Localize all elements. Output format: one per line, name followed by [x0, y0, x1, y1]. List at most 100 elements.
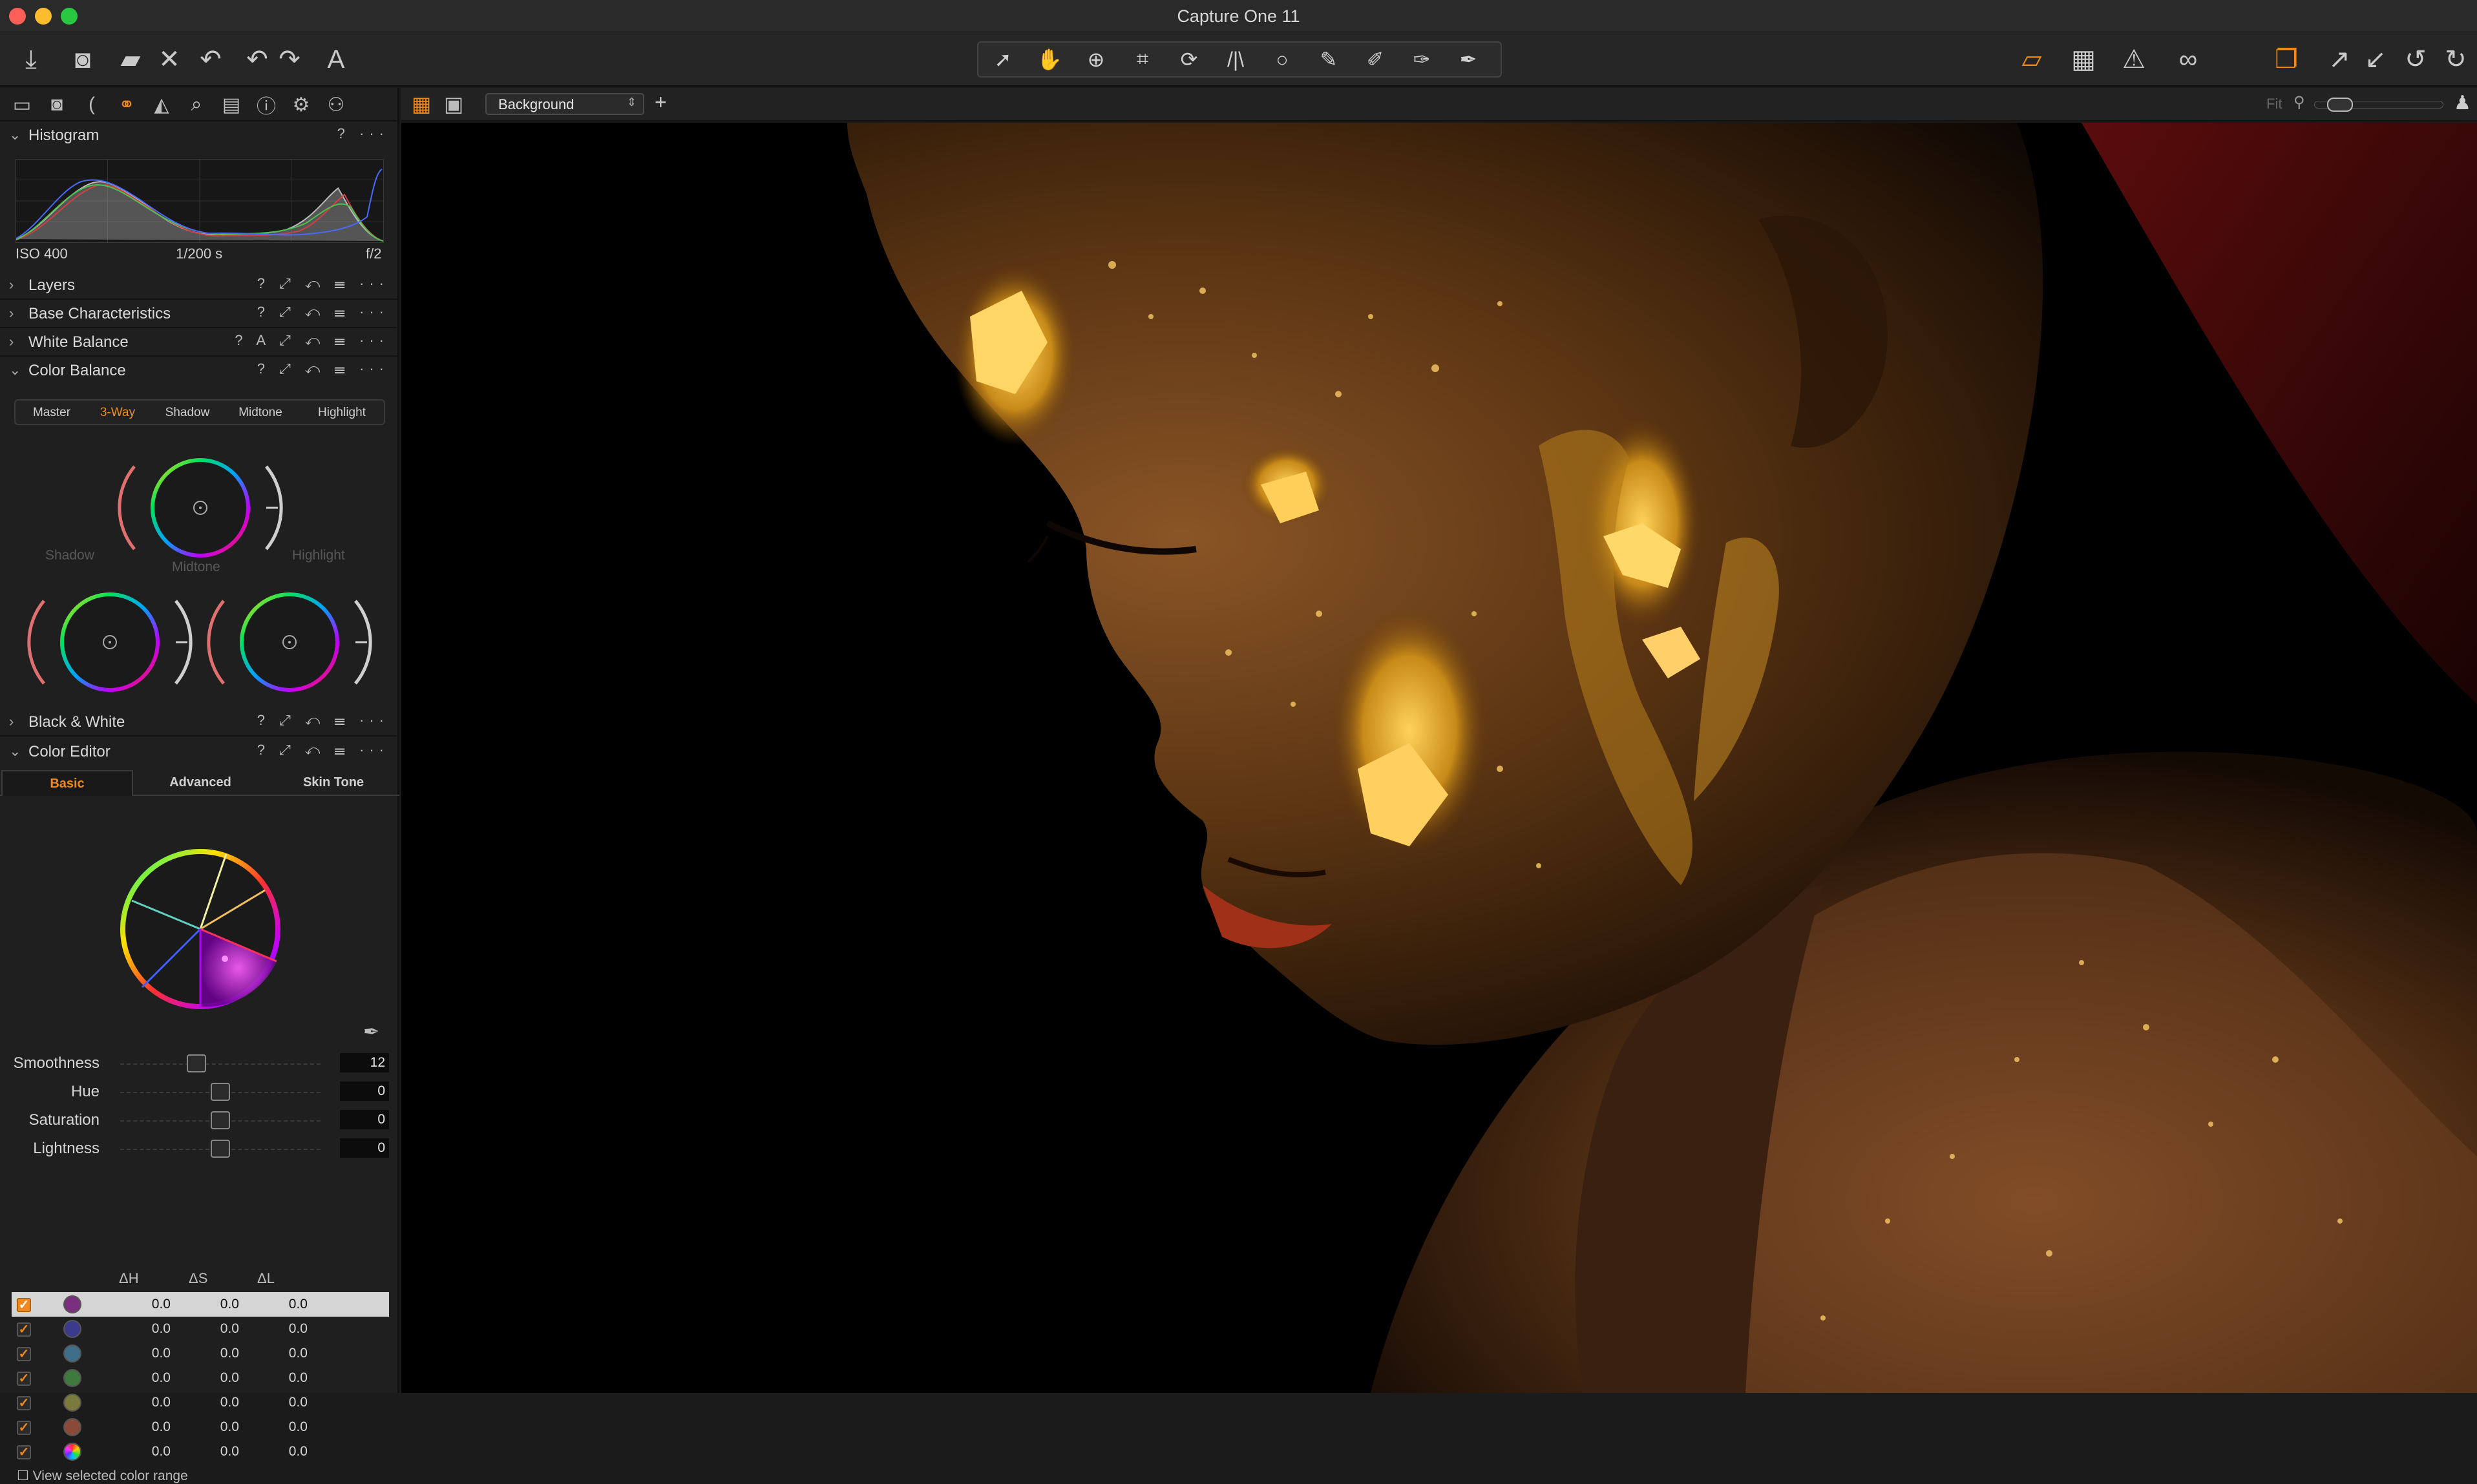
chevron-right-icon: › — [9, 277, 14, 293]
color-range-row[interactable]: ✓ 0.0 0.0 0.0 — [12, 1439, 389, 1464]
image-viewer[interactable] — [401, 123, 2477, 1393]
color-range-checkbox[interactable]: ✓ — [17, 1421, 31, 1435]
color-swatch[interactable] — [63, 1418, 81, 1436]
import-icon[interactable]: ⤓ — [12, 40, 50, 79]
base-characteristics-header[interactable]: › Base Characteristics ? ⤢ ↶ ☰ ··· — [0, 300, 399, 328]
lightness-value[interactable]: 0 — [340, 1138, 389, 1158]
picker-icon[interactable]: ✒ — [1448, 43, 1489, 76]
brush-icon[interactable]: ✎ — [1308, 43, 1349, 76]
saturation-slider[interactable]: Saturation 0 — [0, 1107, 399, 1133]
mode-shadow[interactable]: Shadow — [155, 406, 220, 420]
tab-basic[interactable]: Basic — [1, 770, 133, 796]
histogram-header[interactable]: ⌄ Histogram ? ··· — [0, 121, 399, 150]
mode-master[interactable]: Master — [19, 406, 84, 420]
color-swatch[interactable] — [63, 1369, 81, 1387]
edit-icon[interactable]: ▱ — [2012, 40, 2051, 79]
color-range-row[interactable]: ✓ 0.0 0.0 0.0 — [12, 1292, 389, 1317]
smoothness-slider[interactable]: Smoothness 12 — [0, 1050, 399, 1076]
tab-skin-tone[interactable]: Skin Tone — [268, 770, 399, 796]
smoothness-value[interactable]: 12 — [340, 1053, 389, 1072]
apply-adjustments-icon[interactable]: ↙ — [2356, 40, 2395, 79]
zoom-knob[interactable] — [2327, 98, 2354, 112]
color-range-checkbox[interactable]: ✓ — [17, 1298, 31, 1312]
saturation-value[interactable]: 0 — [340, 1110, 389, 1129]
color-swatch[interactable] — [63, 1443, 81, 1461]
library-icon[interactable]: ▭ — [8, 92, 36, 118]
color-picker-icon[interactable]: ✒ — [363, 1021, 379, 1043]
redo-icon[interactable]: ↷ — [270, 40, 309, 79]
color-range-row[interactable]: ✓ 0.0 0.0 0.0 — [12, 1341, 389, 1366]
color-balance-header[interactable]: ⌄ Color Balance ? ⤢ ↶ ☰ ··· — [0, 357, 399, 385]
color-swatch[interactable] — [63, 1344, 81, 1363]
undo-icon[interactable]: ↶ — [191, 40, 230, 79]
color-range-checkbox[interactable]: ✓ — [17, 1372, 31, 1386]
crop-icon[interactable]: ⌗ — [1122, 43, 1163, 76]
hue-knob[interactable] — [211, 1083, 230, 1101]
lens-icon[interactable]: ( — [78, 92, 106, 118]
lightness-slider[interactable]: Lightness 0 — [0, 1136, 399, 1162]
rotate-icon[interactable]: ⟳ — [1168, 43, 1210, 76]
redo-all-icon[interactable]: ↻ — [2436, 40, 2475, 79]
warning-icon[interactable]: ⚠ — [2114, 40, 2153, 79]
info-icon[interactable]: ⓘ — [252, 92, 280, 118]
reset-icon[interactable]: ↺ — [2396, 40, 2435, 79]
pointer-icon[interactable]: ➚ — [982, 43, 1024, 76]
text-icon[interactable]: A — [317, 40, 355, 79]
keystone-icon[interactable]: /|\ — [1215, 43, 1256, 76]
hue-value[interactable]: 0 — [340, 1082, 389, 1101]
zoom-icon[interactable]: ⊕ — [1075, 43, 1117, 76]
color-swatch[interactable] — [63, 1295, 81, 1313]
white-balance-header[interactable]: › White Balance ? A ⤢ ↶ ☰ ··· — [0, 328, 399, 357]
single-view-icon[interactable]: ▣ — [444, 92, 463, 116]
add-layer-icon[interactable]: + — [655, 90, 667, 114]
color-range-row[interactable]: ✓ 0.0 0.0 0.0 — [12, 1317, 389, 1341]
chevron-down-icon: ⌄ — [9, 743, 21, 759]
delta-lightness-value: 0.0 — [288, 1444, 308, 1459]
color-icon[interactable]: ⚭ — [112, 92, 141, 118]
saturation-knob[interactable] — [211, 1111, 230, 1129]
color-swatch[interactable] — [63, 1394, 81, 1412]
color-range-checkbox[interactable]: ✓ — [17, 1347, 31, 1361]
color-range-row[interactable]: ✓ 0.0 0.0 0.0 — [12, 1366, 389, 1390]
capture-icon[interactable]: ◙ — [43, 92, 71, 118]
exposure-icon[interactable]: ◭ — [147, 92, 176, 118]
color-swatch[interactable] — [63, 1320, 81, 1338]
browser-icon[interactable]: ❐ — [2267, 40, 2306, 79]
mode-3-way[interactable]: 3-Way — [85, 406, 150, 420]
color-range-row[interactable]: ✓ 0.0 0.0 0.0 — [12, 1415, 389, 1439]
lightness-knob[interactable] — [211, 1140, 230, 1158]
color-range-checkbox[interactable]: ✓ — [17, 1396, 31, 1410]
move-folder-icon[interactable]: ▰ — [111, 40, 150, 79]
layers-panel-header[interactable]: › Layers ? ⤢ ↶ ☰ ··· — [0, 271, 399, 300]
spot-removal-icon[interactable]: ○ — [1261, 43, 1303, 76]
copy-adjustments-icon[interactable]: ↗ — [2320, 40, 2359, 79]
gradient-icon[interactable]: ✑ — [1401, 43, 1442, 76]
glasses-icon[interactable]: ∞ — [2169, 40, 2208, 79]
color-range-row[interactable]: ✓ 0.0 0.0 0.0 — [12, 1390, 389, 1415]
color-editor-wheel[interactable] — [116, 845, 284, 1013]
details-icon[interactable]: ⌕ — [182, 92, 211, 118]
tab-advanced[interactable]: Advanced — [134, 770, 266, 796]
pan-hand-icon[interactable]: ✋ — [1029, 43, 1070, 76]
color-range-checkbox[interactable]: ✓ — [17, 1322, 31, 1337]
layer-select[interactable]: Background ⇕ — [485, 93, 644, 115]
color-range-checkbox[interactable]: ✓ — [17, 1445, 31, 1459]
metadata-icon[interactable]: ▤ — [217, 92, 246, 118]
shadow-color-wheel[interactable] — [26, 569, 194, 717]
black-white-header[interactable]: › Black & White ? ⤢ ↶ ☰ ··· — [0, 708, 399, 737]
hue-slider[interactable]: Hue 0 — [0, 1079, 399, 1105]
zoom-slider[interactable] — [2314, 98, 2443, 112]
grid-icon[interactable]: ▦ — [2064, 40, 2103, 79]
multi-view-icon[interactable]: ▦ — [412, 92, 431, 116]
batch-icon[interactable]: ⚇ — [322, 92, 350, 118]
mode-midtone[interactable]: Midtone — [225, 406, 296, 420]
erase-icon[interactable]: ✐ — [1354, 43, 1396, 76]
view-selected-range-checkbox[interactable]: ☐ View selected color range — [17, 1468, 188, 1484]
settings-icon[interactable]: ⚙ — [287, 92, 315, 118]
highlight-color-wheel[interactable] — [206, 569, 374, 717]
color-editor-header[interactable]: ⌄ Color Editor ? ⤢ ↶ ☰ ··· — [0, 738, 399, 766]
delete-icon[interactable]: ✕ — [150, 40, 189, 79]
smoothness-knob[interactable] — [186, 1054, 206, 1072]
mode-highlight[interactable]: Highlight — [300, 406, 384, 420]
camera-icon[interactable]: ◙ — [63, 40, 102, 79]
